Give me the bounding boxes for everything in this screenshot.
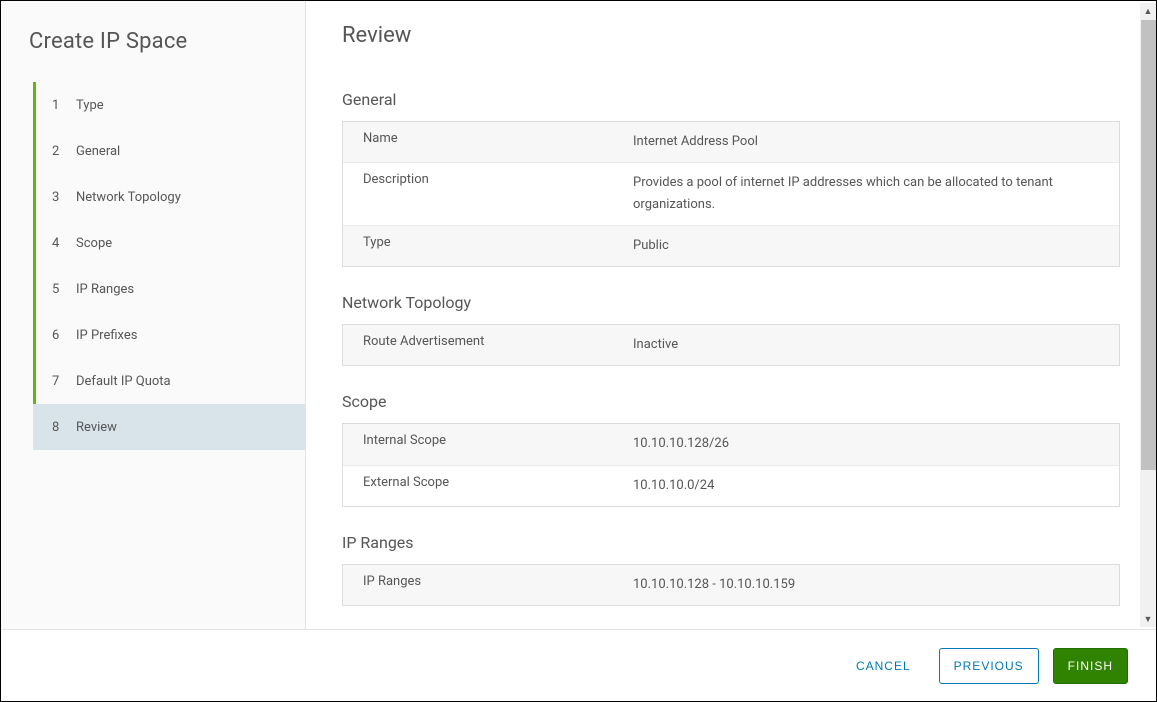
cell-value: 10.10.10.128/26 bbox=[623, 424, 1119, 464]
step-number: 1 bbox=[52, 98, 76, 113]
step-label: Default IP Quota bbox=[76, 374, 171, 389]
table-row: Type Public bbox=[343, 226, 1119, 266]
step-label: Network Topology bbox=[76, 190, 181, 205]
wizard-step-review[interactable]: 8 Review bbox=[33, 404, 305, 450]
step-number: 7 bbox=[52, 374, 76, 389]
cell-value: Internet Address Pool bbox=[623, 122, 1119, 162]
step-number: 2 bbox=[52, 144, 76, 159]
table-row: IP Ranges 10.10.10.128 - 10.10.10.159 bbox=[343, 565, 1119, 605]
wizard-step-ip-prefixes[interactable]: 6 IP Prefixes bbox=[33, 312, 305, 358]
section-heading-scope: Scope bbox=[342, 392, 1120, 411]
step-number: 4 bbox=[52, 236, 76, 251]
table-row: Internal Scope 10.10.10.128/26 bbox=[343, 424, 1119, 465]
cell-value: Provides a pool of internet IP addresses… bbox=[623, 163, 1119, 225]
finish-button[interactable]: FINISH bbox=[1053, 648, 1128, 684]
wizard-step-list: 1 Type 2 General 3 Network Topology 4 Sc… bbox=[29, 82, 305, 450]
wizard-modal: Create IP Space 1 Type 2 General 3 Netwo… bbox=[0, 0, 1157, 702]
cell-label: Route Advertisement bbox=[343, 325, 623, 365]
cell-label: IP Ranges bbox=[343, 565, 623, 605]
vertical-scrollbar[interactable]: ▲ ▼ bbox=[1140, 3, 1156, 627]
step-number: 3 bbox=[52, 190, 76, 205]
network-topology-table: Route Advertisement Inactive bbox=[342, 324, 1120, 366]
scroll-thumb[interactable] bbox=[1141, 20, 1156, 470]
wizard-footer: CANCEL PREVIOUS FINISH bbox=[1, 629, 1156, 701]
wizard-step-ip-ranges[interactable]: 5 IP Ranges bbox=[33, 266, 305, 312]
wizard-sidebar: Create IP Space 1 Type 2 General 3 Netwo… bbox=[1, 1, 306, 629]
step-label: Type bbox=[76, 98, 104, 113]
ip-ranges-table: IP Ranges 10.10.10.128 - 10.10.10.159 bbox=[342, 564, 1120, 606]
table-row: Name Internet Address Pool bbox=[343, 122, 1119, 163]
step-label: IP Prefixes bbox=[76, 328, 137, 343]
content-title: Review bbox=[342, 23, 1120, 48]
scroll-down-arrow-icon[interactable]: ▼ bbox=[1140, 611, 1156, 627]
cell-label: Type bbox=[343, 226, 623, 266]
table-row: Description Provides a pool of internet … bbox=[343, 163, 1119, 226]
step-label: General bbox=[76, 144, 120, 159]
general-table: Name Internet Address Pool Description P… bbox=[342, 121, 1120, 267]
step-number: 5 bbox=[52, 282, 76, 297]
table-row: Route Advertisement Inactive bbox=[343, 325, 1119, 365]
step-number: 6 bbox=[52, 328, 76, 343]
scope-table: Internal Scope 10.10.10.128/26 External … bbox=[342, 423, 1120, 506]
table-row: External Scope 10.10.10.0/24 bbox=[343, 466, 1119, 506]
section-heading-ip-ranges: IP Ranges bbox=[342, 533, 1120, 552]
cancel-button[interactable]: CANCEL bbox=[842, 648, 925, 684]
step-number: 8 bbox=[52, 420, 76, 435]
cell-value: Public bbox=[623, 226, 1119, 266]
main-area: Review General Name Internet Address Poo… bbox=[306, 1, 1156, 629]
step-label: Scope bbox=[76, 236, 112, 251]
scroll-up-arrow-icon[interactable]: ▲ bbox=[1140, 3, 1156, 19]
wizard-step-general[interactable]: 2 General bbox=[33, 128, 305, 174]
cell-label: Name bbox=[343, 122, 623, 162]
wizard-title: Create IP Space bbox=[29, 29, 305, 54]
cell-label: Internal Scope bbox=[343, 424, 623, 464]
modal-body: Create IP Space 1 Type 2 General 3 Netwo… bbox=[1, 1, 1156, 629]
cell-label: External Scope bbox=[343, 466, 623, 506]
review-content: Review General Name Internet Address Poo… bbox=[306, 1, 1156, 629]
wizard-step-type[interactable]: 1 Type bbox=[33, 82, 305, 128]
cell-label: Description bbox=[343, 163, 623, 225]
step-label: IP Ranges bbox=[76, 282, 134, 297]
section-heading-general: General bbox=[342, 90, 1120, 109]
wizard-step-scope[interactable]: 4 Scope bbox=[33, 220, 305, 266]
cell-value: 10.10.10.128 - 10.10.10.159 bbox=[623, 565, 1119, 605]
cell-value: Inactive bbox=[623, 325, 1119, 365]
cell-value: 10.10.10.0/24 bbox=[623, 466, 1119, 506]
section-heading-network-topology: Network Topology bbox=[342, 293, 1120, 312]
previous-button[interactable]: PREVIOUS bbox=[939, 648, 1039, 684]
step-label: Review bbox=[76, 420, 117, 435]
wizard-step-default-ip-quota[interactable]: 7 Default IP Quota bbox=[33, 358, 305, 404]
wizard-step-network-topology[interactable]: 3 Network Topology bbox=[33, 174, 305, 220]
